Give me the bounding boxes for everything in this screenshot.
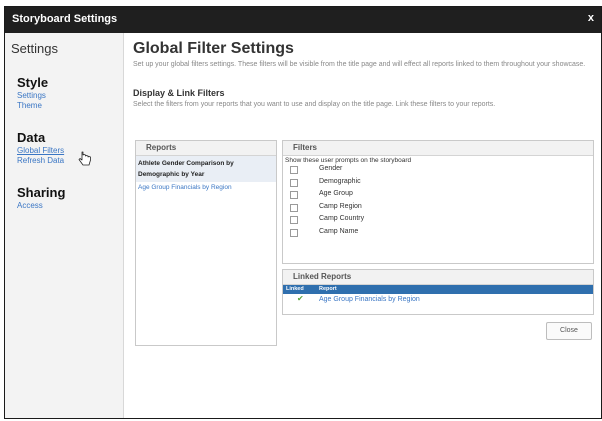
filter-row-demographic: Demographic [283,177,593,190]
filter-checkbox-demographic[interactable] [290,178,298,187]
column-header-linked: Linked [286,286,304,292]
sidebar-item-global-filters[interactable]: Global Filters [17,146,64,155]
sidebar-item-settings[interactable]: Settings [17,91,46,100]
main-content: Global Filter Settings Set up your globa… [131,33,597,418]
sidebar-item-refresh-data[interactable]: Refresh Data [17,156,64,165]
filter-checkbox-gender[interactable] [290,166,298,174]
report-item[interactable]: Athlete Gender Comparison by Demographic… [136,156,276,182]
close-button[interactable]: Close [546,322,592,340]
filter-checkbox-age-group[interactable] [290,191,298,200]
reports-panel-header: Reports [136,141,276,156]
filter-row-camp-name: Camp Name [283,227,593,240]
check-icon[interactable]: ✔ [297,294,304,303]
filter-row-gender: Gender [283,164,593,177]
table-row: ✔ Age Group Financials by Region [283,294,593,306]
filter-row-age-group: Age Group [283,189,593,202]
sidebar-item-access[interactable]: Access [17,201,43,210]
filter-checkbox-camp-region[interactable] [290,203,298,212]
filter-checkbox-camp-name[interactable] [290,228,298,237]
close-icon[interactable]: x [588,12,594,24]
page-title: Global Filter Settings [133,40,294,57]
linked-reports-header: Linked Reports [283,270,593,285]
filter-label: Camp Name [319,227,359,235]
linked-reports-column-headers: Linked Report [283,285,593,294]
linked-report-name[interactable]: Age Group Financials by Region [319,296,420,303]
sidebar-group-style: Style [17,75,49,90]
storyboard-settings-dialog: Storyboard Settings x Settings Style Set… [4,6,602,419]
sidebar-item-theme[interactable]: Theme [17,101,42,110]
sidebar-group-data: Data [17,130,46,145]
column-header-report: Report [319,286,337,292]
dialog-titlebar[interactable]: Storyboard Settings x [5,7,601,33]
linked-reports-panel: Linked Reports Linked Report ✔ Age Group… [282,269,594,315]
page-description: Set up your global filters settings. The… [133,61,586,68]
section-title: Display & Link Filters [133,88,225,98]
hand-cursor-icon [78,151,91,166]
filter-label: Camp Region [319,202,362,210]
filter-label: Camp Country [319,215,365,223]
filters-panel: Filters Show these user prompts on the s… [282,140,594,264]
dialog-title: Storyboard Settings [12,13,118,25]
sidebar-heading: Settings [11,41,58,56]
settings-sidebar: Settings Style Settings Theme Data Globa… [5,33,124,418]
filter-row-camp-region: Camp Region [283,202,593,215]
filter-row-camp-country: Camp Country [283,214,593,227]
filter-label: Age Group [319,190,353,198]
filter-label: Demographic [319,177,361,185]
filters-prompt: Show these user prompts on the storyboar… [285,157,412,164]
filter-checkbox-camp-country[interactable] [290,216,298,225]
filters-panel-header: Filters [283,141,593,156]
reports-panel: Reports Athlete Gender Comparison by Dem… [135,140,277,346]
report-item[interactable]: Age Group Financials by Region [136,182,276,193]
section-description: Select the filters from your reports tha… [133,101,496,108]
filter-label: Gender [319,165,343,172]
sidebar-group-sharing: Sharing [17,185,66,200]
